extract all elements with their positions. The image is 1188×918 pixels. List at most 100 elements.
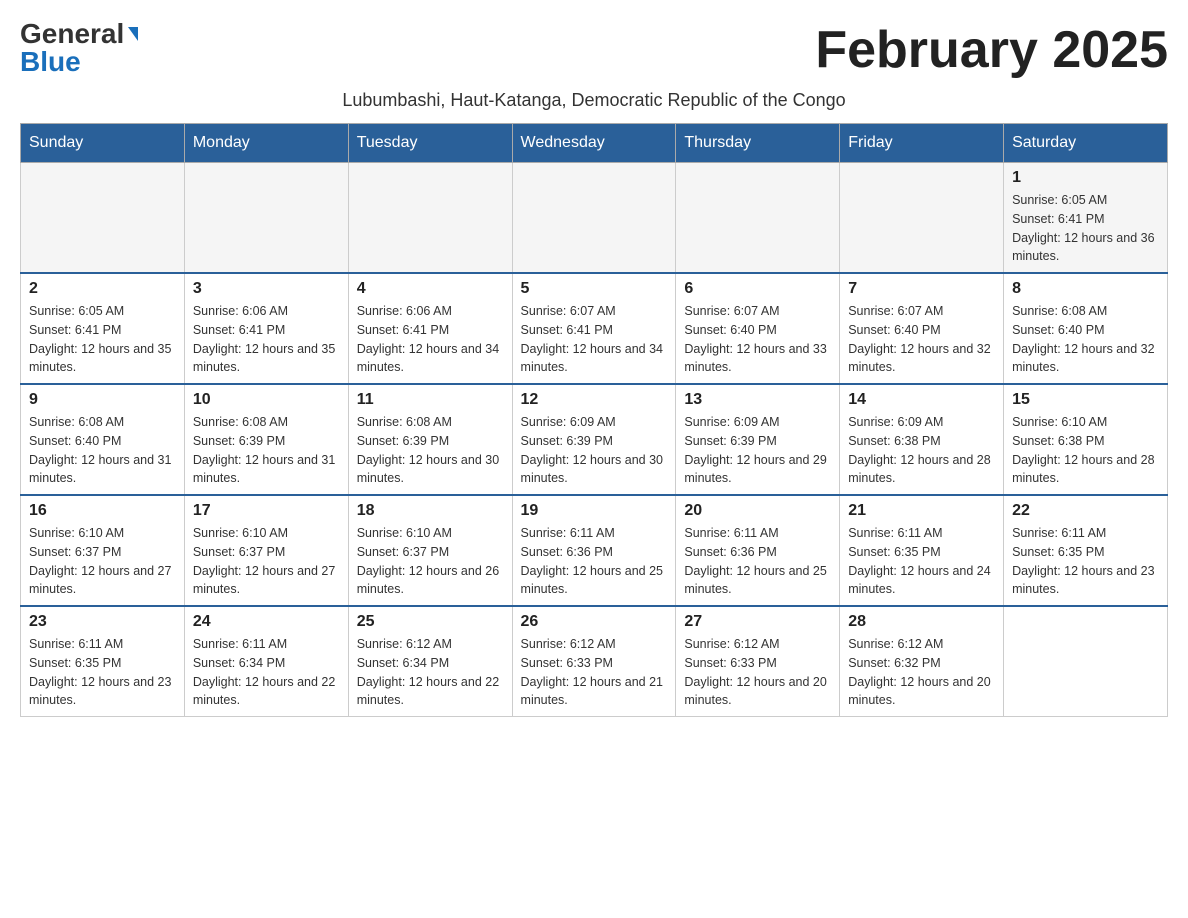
logo-arrow-icon [128, 27, 138, 41]
day-info: Sunrise: 6:11 AMSunset: 6:36 PMDaylight:… [521, 524, 668, 599]
day-info: Sunrise: 6:10 AMSunset: 6:37 PMDaylight:… [193, 524, 340, 599]
month-title: February 2025 [815, 20, 1168, 80]
day-number: 1 [1012, 169, 1159, 187]
day-info: Sunrise: 6:10 AMSunset: 6:37 PMDaylight:… [357, 524, 504, 599]
day-number: 20 [684, 502, 831, 520]
day-of-week-header: Thursday [676, 124, 840, 163]
calendar-cell: 1 Sunrise: 6:05 AMSunset: 6:41 PMDaylight… [1004, 163, 1168, 274]
calendar-week-row: 16 Sunrise: 6:10 AMSunset: 6:37 PMDayligh… [21, 495, 1168, 606]
day-number: 22 [1012, 502, 1159, 520]
calendar-cell [1004, 606, 1168, 717]
day-number: 23 [29, 613, 176, 631]
day-number: 6 [684, 280, 831, 298]
day-info: Sunrise: 6:08 AMSunset: 6:40 PMDaylight:… [29, 413, 176, 488]
calendar-cell: 12 Sunrise: 6:09 AMSunset: 6:39 PMDayligh… [512, 384, 676, 495]
calendar-week-row: 2 Sunrise: 6:05 AMSunset: 6:41 PMDaylight… [21, 273, 1168, 384]
day-number: 26 [521, 613, 668, 631]
day-number: 28 [848, 613, 995, 631]
day-info: Sunrise: 6:11 AMSunset: 6:35 PMDaylight:… [848, 524, 995, 599]
day-info: Sunrise: 6:10 AMSunset: 6:37 PMDaylight:… [29, 524, 176, 599]
day-number: 5 [521, 280, 668, 298]
day-info: Sunrise: 6:07 AMSunset: 6:40 PMDaylight:… [848, 302, 995, 377]
day-number: 25 [357, 613, 504, 631]
day-number: 3 [193, 280, 340, 298]
calendar-header-row: SundayMondayTuesdayWednesdayThursdayFrid… [21, 124, 1168, 163]
day-of-week-header: Monday [184, 124, 348, 163]
calendar-week-row: 9 Sunrise: 6:08 AMSunset: 6:40 PMDaylight… [21, 384, 1168, 495]
day-number: 18 [357, 502, 504, 520]
day-info: Sunrise: 6:08 AMSunset: 6:40 PMDaylight:… [1012, 302, 1159, 377]
day-info: Sunrise: 6:11 AMSunset: 6:36 PMDaylight:… [684, 524, 831, 599]
day-info: Sunrise: 6:12 AMSunset: 6:32 PMDaylight:… [848, 635, 995, 710]
day-of-week-header: Tuesday [348, 124, 512, 163]
day-info: Sunrise: 6:05 AMSunset: 6:41 PMDaylight:… [29, 302, 176, 377]
logo-general-text: General [20, 20, 124, 48]
day-number: 21 [848, 502, 995, 520]
calendar-cell: 10 Sunrise: 6:08 AMSunset: 6:39 PMDayligh… [184, 384, 348, 495]
day-number: 12 [521, 391, 668, 409]
calendar-cell: 26 Sunrise: 6:12 AMSunset: 6:33 PMDayligh… [512, 606, 676, 717]
logo: General Blue [20, 20, 138, 76]
calendar-cell: 2 Sunrise: 6:05 AMSunset: 6:41 PMDaylight… [21, 273, 185, 384]
day-number: 24 [193, 613, 340, 631]
calendar-cell: 27 Sunrise: 6:12 AMSunset: 6:33 PMDayligh… [676, 606, 840, 717]
day-number: 16 [29, 502, 176, 520]
day-number: 13 [684, 391, 831, 409]
day-info: Sunrise: 6:12 AMSunset: 6:34 PMDaylight:… [357, 635, 504, 710]
logo-blue-text: Blue [20, 48, 81, 76]
calendar-cell: 14 Sunrise: 6:09 AMSunset: 6:38 PMDayligh… [840, 384, 1004, 495]
day-number: 2 [29, 280, 176, 298]
calendar-cell: 20 Sunrise: 6:11 AMSunset: 6:36 PMDayligh… [676, 495, 840, 606]
day-info: Sunrise: 6:11 AMSunset: 6:34 PMDaylight:… [193, 635, 340, 710]
day-number: 8 [1012, 280, 1159, 298]
calendar-cell: 24 Sunrise: 6:11 AMSunset: 6:34 PMDayligh… [184, 606, 348, 717]
day-info: Sunrise: 6:12 AMSunset: 6:33 PMDaylight:… [684, 635, 831, 710]
day-info: Sunrise: 6:11 AMSunset: 6:35 PMDaylight:… [29, 635, 176, 710]
day-info: Sunrise: 6:08 AMSunset: 6:39 PMDaylight:… [193, 413, 340, 488]
day-of-week-header: Friday [840, 124, 1004, 163]
calendar-cell [676, 163, 840, 274]
day-number: 9 [29, 391, 176, 409]
location-subtitle: Lubumbashi, Haut-Katanga, Democratic Rep… [20, 90, 1168, 111]
calendar-cell: 18 Sunrise: 6:10 AMSunset: 6:37 PMDayligh… [348, 495, 512, 606]
calendar-cell: 6 Sunrise: 6:07 AMSunset: 6:40 PMDaylight… [676, 273, 840, 384]
day-of-week-header: Wednesday [512, 124, 676, 163]
calendar-cell: 5 Sunrise: 6:07 AMSunset: 6:41 PMDaylight… [512, 273, 676, 384]
calendar-cell: 17Sunrise: 6:10 AMSunset: 6:37 PMDayligh… [184, 495, 348, 606]
day-info: Sunrise: 6:07 AMSunset: 6:41 PMDaylight:… [521, 302, 668, 377]
calendar-cell [21, 163, 185, 274]
day-info: Sunrise: 6:06 AMSunset: 6:41 PMDaylight:… [193, 302, 340, 377]
day-info: Sunrise: 6:06 AMSunset: 6:41 PMDaylight:… [357, 302, 504, 377]
day-info: Sunrise: 6:07 AMSunset: 6:40 PMDaylight:… [684, 302, 831, 377]
calendar-week-row: 1 Sunrise: 6:05 AMSunset: 6:41 PMDaylight… [21, 163, 1168, 274]
day-number: 11 [357, 391, 504, 409]
day-info: Sunrise: 6:11 AMSunset: 6:35 PMDaylight:… [1012, 524, 1159, 599]
calendar-cell [348, 163, 512, 274]
day-info: Sunrise: 6:09 AMSunset: 6:39 PMDaylight:… [684, 413, 831, 488]
day-number: 14 [848, 391, 995, 409]
day-number: 10 [193, 391, 340, 409]
calendar-week-row: 23 Sunrise: 6:11 AMSunset: 6:35 PMDayligh… [21, 606, 1168, 717]
calendar-cell: 11Sunrise: 6:08 AMSunset: 6:39 PMDayligh… [348, 384, 512, 495]
calendar-cell [512, 163, 676, 274]
day-info: Sunrise: 6:10 AMSunset: 6:38 PMDaylight:… [1012, 413, 1159, 488]
calendar-cell [184, 163, 348, 274]
calendar-cell: 23 Sunrise: 6:11 AMSunset: 6:35 PMDayligh… [21, 606, 185, 717]
day-number: 7 [848, 280, 995, 298]
day-info: Sunrise: 6:12 AMSunset: 6:33 PMDaylight:… [521, 635, 668, 710]
day-info: Sunrise: 6:09 AMSunset: 6:38 PMDaylight:… [848, 413, 995, 488]
calendar-cell: 16 Sunrise: 6:10 AMSunset: 6:37 PMDayligh… [21, 495, 185, 606]
calendar-cell: 25 Sunrise: 6:12 AMSunset: 6:34 PMDayligh… [348, 606, 512, 717]
calendar-cell: 19 Sunrise: 6:11 AMSunset: 6:36 PMDayligh… [512, 495, 676, 606]
day-number: 27 [684, 613, 831, 631]
calendar-cell: 4 Sunrise: 6:06 AMSunset: 6:41 PMDaylight… [348, 273, 512, 384]
calendar-cell: 15Sunrise: 6:10 AMSunset: 6:38 PMDayligh… [1004, 384, 1168, 495]
calendar-cell [840, 163, 1004, 274]
calendar-cell: 3 Sunrise: 6:06 AMSunset: 6:41 PMDaylight… [184, 273, 348, 384]
day-info: Sunrise: 6:05 AMSunset: 6:41 PMDaylight:… [1012, 191, 1159, 266]
calendar-table: SundayMondayTuesdayWednesdayThursdayFrid… [20, 123, 1168, 717]
day-of-week-header: Saturday [1004, 124, 1168, 163]
day-number: 4 [357, 280, 504, 298]
day-number: 19 [521, 502, 668, 520]
day-info: Sunrise: 6:09 AMSunset: 6:39 PMDaylight:… [521, 413, 668, 488]
